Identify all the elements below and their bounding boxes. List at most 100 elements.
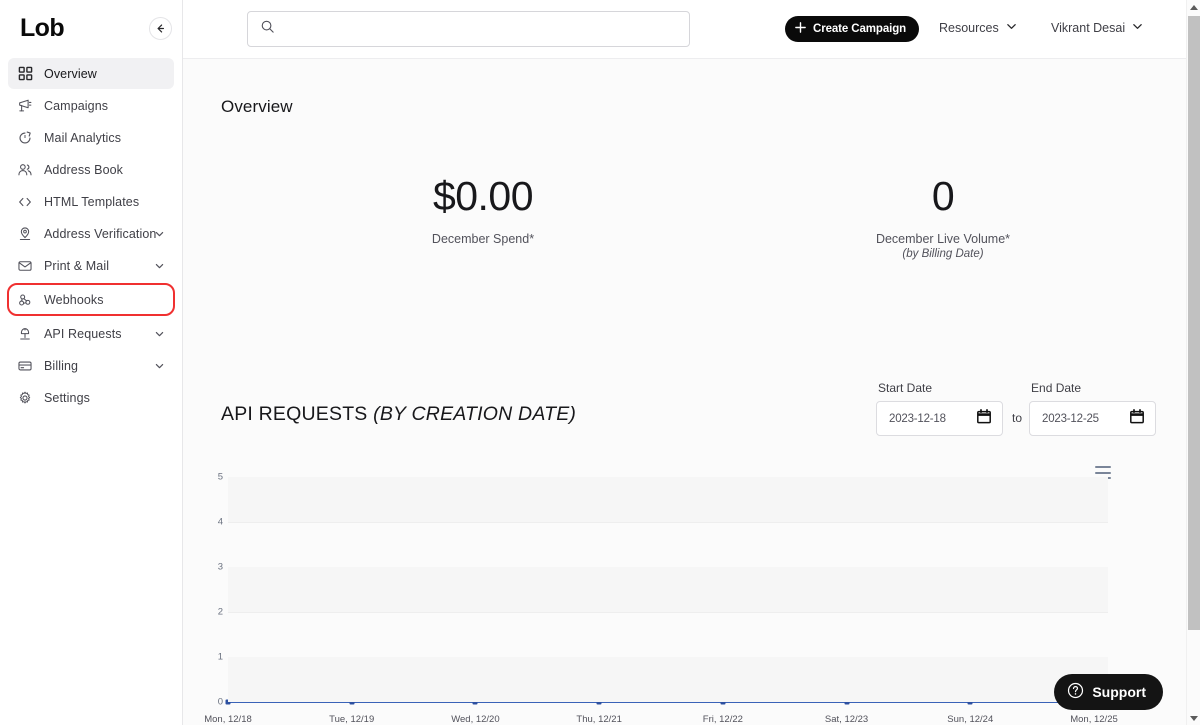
grid-icon — [16, 65, 34, 83]
chevron-down-icon[interactable] — [154, 228, 165, 239]
sidebar-item-settings[interactable]: Settings — [8, 382, 174, 413]
chart-y-axis-tick: 1 — [217, 651, 223, 663]
chart-x-axis-tick: Thu, 12/21 — [576, 714, 622, 725]
search-icon — [260, 19, 275, 39]
chart-title-main: API REQUESTS — [221, 403, 374, 425]
create-campaign-button[interactable]: Create Campaign — [785, 16, 920, 42]
sidebar-item-html-templates[interactable]: HTML Templates — [8, 186, 174, 217]
calendar-icon[interactable] — [1130, 408, 1144, 429]
sidebar-item-label: Settings — [44, 390, 90, 405]
caret-down-icon — [1190, 715, 1198, 721]
chart-x-axis-tick: Fri, 12/22 — [702, 714, 743, 725]
sidebar-item-label: Address Book — [44, 162, 124, 177]
search-box[interactable] — [247, 11, 690, 47]
end-date-input[interactable]: 2023-12-25 — [1029, 401, 1157, 436]
megaphone-icon — [16, 97, 34, 115]
brand-logo: Lob — [20, 13, 65, 42]
sidebar-collapse-button[interactable] — [149, 17, 172, 40]
map-pin-icon — [16, 225, 34, 243]
start-date-input[interactable]: 2023-12-18 — [876, 401, 1003, 436]
sidebar-header: Lob — [0, 0, 182, 56]
sidebar-item-address-verification[interactable]: Address Verification — [8, 218, 174, 249]
webhook-icon — [16, 291, 34, 309]
start-date-value: 2023-12-18 — [889, 412, 946, 425]
sidebar-item-label: API Requests — [44, 326, 122, 341]
main-area: Create Campaign Resources Vikrant Desai … — [183, 0, 1186, 725]
chart-x-axis-tick: Tue, 12/19 — [329, 714, 375, 725]
content-area: Overview $0.00 December Spend* 0 Decembe… — [183, 59, 1186, 725]
sidebar-item-label: Campaigns — [44, 98, 109, 113]
chart-y-axis-tick: 5 — [217, 471, 223, 483]
chart-y-axis-tick: 4 — [217, 516, 223, 528]
chart-band — [228, 567, 1108, 612]
support-button[interactable]: Support — [1054, 674, 1163, 710]
code-brackets-icon — [16, 193, 34, 211]
resources-label: Resources — [939, 21, 999, 35]
gear-icon — [16, 389, 34, 407]
chart-y-axis-tick: 0 — [217, 696, 223, 708]
scrollbar-thumb[interactable] — [1188, 16, 1200, 630]
sidebar-item-label: Overview — [44, 66, 97, 81]
end-date-field: End Date 2023-12-25 — [1029, 381, 1157, 436]
chart-gridline — [228, 612, 1108, 613]
page-scrollbar[interactable] — [1186, 0, 1200, 725]
chart-gridline — [228, 522, 1108, 523]
sidebar-item-billing[interactable]: Billing — [8, 350, 174, 381]
user-menu[interactable]: Vikrant Desai — [1051, 21, 1143, 35]
chart-x-axis-tick: Mon, 12/25 — [1070, 714, 1118, 725]
stat-december-live-volume: 0 December Live Volume* (by Billing Date… — [793, 173, 1093, 260]
sidebar-item-label: Webhooks — [44, 292, 104, 307]
stat-label: December Live Volume* — [875, 232, 1011, 247]
caret-up-icon — [1190, 4, 1198, 10]
sidebar: Lob Overview Campaigns Mail Analytics Ad… — [0, 0, 183, 725]
chart-y-axis-tick: 2 — [217, 606, 223, 618]
page-title: Overview — [221, 97, 293, 116]
users-icon — [16, 161, 34, 179]
pie-chart-icon — [16, 129, 34, 147]
chevron-down-icon — [1006, 21, 1017, 35]
scrollbar-down-button[interactable] — [1187, 711, 1200, 725]
chart-title-subtitle: (BY CREATION DATE) — [373, 403, 577, 425]
sidebar-item-mail-analytics[interactable]: Mail Analytics — [8, 122, 174, 153]
sidebar-item-api-requests[interactable]: API Requests — [8, 318, 174, 349]
stat-december-spend: $0.00 December Spend* — [333, 173, 633, 247]
date-range-separator: to — [1012, 411, 1023, 425]
calendar-icon[interactable] — [977, 408, 991, 429]
stat-label: December Spend* — [431, 232, 535, 247]
start-date-field: Start Date 2023-12-18 — [876, 381, 1003, 436]
chart-x-axis-tick: Wed, 12/20 — [451, 714, 500, 725]
sidebar-nav: Overview Campaigns Mail Analytics Addres… — [0, 58, 182, 413]
chevron-down-icon[interactable] — [154, 328, 165, 339]
sidebar-item-print-and-mail[interactable]: Print & Mail — [8, 250, 174, 281]
arrow-left-icon — [157, 24, 165, 33]
chart-x-axis-tick: Sat, 12/23 — [824, 714, 869, 725]
chart-band — [228, 657, 1108, 702]
sidebar-item-webhooks[interactable]: Webhooks — [7, 283, 175, 316]
chart-x-axis-tick: Sun, 12/24 — [947, 714, 994, 725]
stat-value: 0 — [931, 173, 955, 219]
top-bar: Create Campaign Resources Vikrant Desai — [183, 0, 1186, 59]
scrollbar-up-button[interactable] — [1187, 0, 1200, 14]
user-name-label: Vikrant Desai — [1051, 21, 1126, 35]
date-range-controls: Start Date 2023-12-18 to End Date 2023-1… — [876, 381, 1157, 436]
sidebar-item-overview[interactable]: Overview — [8, 58, 174, 89]
envelope-icon — [16, 257, 34, 275]
chevron-down-icon[interactable] — [154, 360, 165, 371]
stat-value: $0.00 — [432, 173, 534, 219]
plus-icon — [794, 21, 807, 37]
search-input[interactable] — [283, 14, 663, 44]
chevron-down-icon[interactable] — [154, 260, 165, 271]
resources-menu[interactable]: Resources — [939, 21, 1017, 35]
sidebar-item-campaigns[interactable]: Campaigns — [8, 90, 174, 121]
start-date-label: Start Date — [878, 381, 933, 395]
sidebar-item-address-book[interactable]: Address Book — [8, 154, 174, 185]
create-campaign-label: Create Campaign — [813, 23, 907, 35]
api-node-icon — [16, 325, 34, 343]
chart-band — [228, 477, 1108, 522]
support-label: Support — [1092, 684, 1146, 700]
question-circle-icon — [1067, 682, 1084, 702]
sidebar-item-label: Address Verification — [44, 226, 157, 241]
sidebar-item-label: Mail Analytics — [44, 130, 122, 145]
end-date-label: End Date — [1031, 381, 1082, 395]
sidebar-item-label: Billing — [44, 358, 79, 373]
